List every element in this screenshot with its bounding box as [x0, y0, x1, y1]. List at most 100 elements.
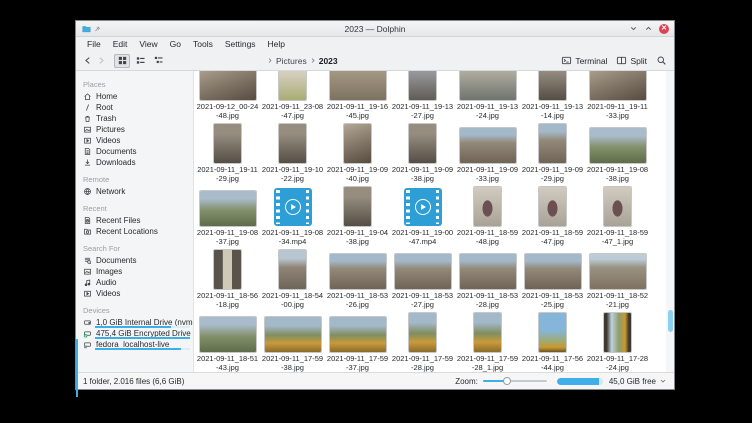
menu-edit[interactable]: Edit [107, 39, 134, 49]
menu-help[interactable]: Help [262, 39, 291, 49]
image-file-item[interactable]: 2021-09-11_19-09-40.jpg [325, 121, 390, 184]
photo-thumbnail [590, 254, 646, 289]
menu-file[interactable]: File [81, 39, 107, 49]
image-file-item[interactable]: 2021-09-11_19-13-24.jpg [455, 71, 520, 121]
maximize-button[interactable] [644, 24, 653, 33]
image-file-item[interactable]: 2021-09-11_19-09-33.jpg [455, 121, 520, 184]
sidebar-item-documents[interactable]: Documents [76, 255, 193, 266]
file-name: 2021-09-11_19-16-45.jpg [326, 102, 389, 120]
breadcrumb-pictures[interactable]: Pictures [276, 56, 307, 66]
file-name: 2021-09-11_19-13-14.jpg [521, 102, 584, 120]
sidebar-item-network[interactable]: Network [76, 186, 193, 197]
sidebar-item-recent-locations[interactable]: Recent Locations [76, 226, 193, 237]
image-file-item[interactable]: 2021-09-11_18-53-25.jpg [520, 247, 585, 310]
vertical-scrollbar-thumb[interactable] [668, 310, 673, 332]
image-file-item[interactable]: 2021-09-11_18-56-18.jpg [195, 247, 260, 310]
sidebar-item-root[interactable]: Root [76, 102, 193, 113]
image-file-item[interactable]: 2021-09-11_23-08-47.jpg [260, 71, 325, 121]
search-icon[interactable] [656, 55, 667, 66]
terminal-icon [561, 55, 572, 66]
image-file-item[interactable]: 2021-09-11_19-10-22.jpg [260, 121, 325, 184]
sidebar-item-fedora-localhost-live[interactable]: fedora_localhost-live [76, 339, 193, 350]
zoom-slider[interactable] [483, 376, 547, 386]
section-title-recent: Recent [83, 204, 193, 213]
image-file-item[interactable]: 2021-09-11_18-54-00.jpg [260, 247, 325, 310]
menu-settings[interactable]: Settings [219, 39, 262, 49]
dolphin-window: 2023 — Dolphin ✕ FileEditViewGoToolsSett… [75, 20, 675, 390]
menu-tools[interactable]: Tools [187, 39, 219, 49]
image-file-item[interactable]: 2021-09-11_17-56-44.jpg [520, 310, 585, 372]
image-file-item[interactable]: 2021-09-11_18-59-48.jpg [455, 184, 520, 247]
minimize-button[interactable] [629, 24, 638, 33]
zoom-slider-handle[interactable] [503, 377, 511, 385]
chevron-down-icon[interactable] [659, 377, 667, 385]
compact-view-button[interactable] [132, 54, 148, 68]
file-name: 2021-09-11_17-59-37.jpg [326, 354, 389, 372]
video-file-item[interactable]: 2021-09-11_19-08-34.mp4 [260, 184, 325, 247]
image-file-item[interactable]: 2021-09-11_19-04-38.jpg [325, 184, 390, 247]
sidebar-item-recent-files[interactable]: Recent Files [76, 215, 193, 226]
titlebar[interactable]: 2023 — Dolphin ✕ [76, 21, 674, 37]
sidebar-item-documents[interactable]: Documents [76, 146, 193, 157]
sidebar-item-475-4-gib-encrypted-drive[interactable]: 475,4 GiB Encrypted Drive [76, 328, 193, 339]
image-file-item[interactable]: 2021-09-11_19-16-45.jpg [325, 71, 390, 121]
image-file-item[interactable]: 2021-09-11_18-53-26.jpg [325, 247, 390, 310]
split-button[interactable]: Split [616, 55, 647, 66]
sidebar-item-1-0-gib-internal-drive-nvme0n-[interactable]: 1,0 GiB Internal Drive (nvme0n… [76, 317, 193, 328]
vertical-scrollbar-track[interactable] [666, 71, 674, 372]
image-file-item[interactable]: 2021-09-12_00-24-48.jpg [195, 71, 260, 121]
image-file-item[interactable]: 2021-09-11_19-13-14.jpg [520, 71, 585, 121]
image-file-item[interactable]: 2021-09-11_17-59-38.jpg [260, 310, 325, 372]
photo-thumbnail [539, 124, 566, 163]
section-title-devices: Devices [83, 306, 193, 315]
image-file-item[interactable]: 2021-09-11_18-51-43.jpg [195, 310, 260, 372]
window-title: 2023 — Dolphin [76, 24, 674, 34]
forward-button[interactable] [96, 55, 106, 66]
icons-view-button[interactable] [114, 54, 130, 68]
close-button[interactable]: ✕ [659, 24, 669, 34]
image-file-item[interactable]: 2021-09-11_17-59-28.jpg [390, 310, 455, 372]
menu-go[interactable]: Go [164, 39, 187, 49]
menu-view[interactable]: View [133, 39, 163, 49]
image-file-item[interactable]: 2021-09-11_18-53-28.jpg [455, 247, 520, 310]
sidebar-item-label: Pictures [96, 125, 125, 134]
image-file-item[interactable]: 2021-09-11_18-59-47.jpg [520, 184, 585, 247]
places-panel-scrollbar[interactable] [76, 339, 78, 397]
free-space-bar [557, 378, 603, 385]
image-file-item[interactable]: 2021-09-11_17-28-24.jpg [585, 310, 650, 372]
sidebar-item-videos[interactable]: Videos [76, 288, 193, 299]
video-file-item[interactable]: 2021-09-11_19-00-47.mp4 [390, 184, 455, 247]
image-file-item[interactable]: 2021-09-11_18-53-27.jpg [390, 247, 455, 310]
sidebar-item-label: Home [96, 92, 117, 101]
sidebar-item-trash[interactable]: Trash [76, 113, 193, 124]
sidebar-item-audio[interactable]: Audio [76, 277, 193, 288]
photo-thumbnail [474, 313, 501, 352]
image-file-item[interactable]: 2021-09-11_19-13-27.jpg [390, 71, 455, 121]
image-file-item[interactable]: 2021-09-11_19-09-38.jpg [390, 121, 455, 184]
file-name: 2021-09-11_19-04-38.jpg [326, 228, 389, 246]
image-file-item[interactable]: 2021-09-11_19-09-29.jpg [520, 121, 585, 184]
sidebar-item-images[interactable]: Images [76, 266, 193, 277]
back-button[interactable] [83, 55, 93, 66]
file-name: 2021-09-11_18-53-27.jpg [391, 291, 454, 309]
breadcrumb-2023[interactable]: 2023 [319, 56, 338, 66]
sidebar-item-downloads[interactable]: Downloads [76, 157, 193, 168]
image-file-item[interactable]: 2021-09-11_19-08-38.jpg [585, 121, 650, 184]
video-thumbnail [274, 188, 312, 226]
folder-view[interactable]: 2021-09-12_00-24-48.jpg2021-09-11_23-08-… [194, 71, 674, 372]
photo-thumbnail [200, 317, 256, 352]
recent-file-icon [83, 216, 92, 225]
sidebar-item-label: Videos [96, 136, 120, 145]
image-file-item[interactable]: 2021-09-11_19-11-33.jpg [585, 71, 650, 121]
sidebar-item-pictures[interactable]: Pictures [76, 124, 193, 135]
sidebar-item-home[interactable]: Home [76, 91, 193, 102]
image-file-item[interactable]: 2021-09-11_18-52-21.jpg [585, 247, 650, 310]
image-file-item[interactable]: 2021-09-11_17-59-28_1.jpg [455, 310, 520, 372]
image-file-item[interactable]: 2021-09-11_17-59-37.jpg [325, 310, 390, 372]
terminal-button[interactable]: Terminal [561, 55, 607, 66]
sidebar-item-videos[interactable]: Videos [76, 135, 193, 146]
image-file-item[interactable]: 2021-09-11_19-08-37.jpg [195, 184, 260, 247]
image-file-item[interactable]: 2021-09-11_19-11-29.jpg [195, 121, 260, 184]
image-file-item[interactable]: 2021-09-11_18-59-47_1.jpg [585, 184, 650, 247]
details-view-button[interactable] [150, 54, 166, 68]
